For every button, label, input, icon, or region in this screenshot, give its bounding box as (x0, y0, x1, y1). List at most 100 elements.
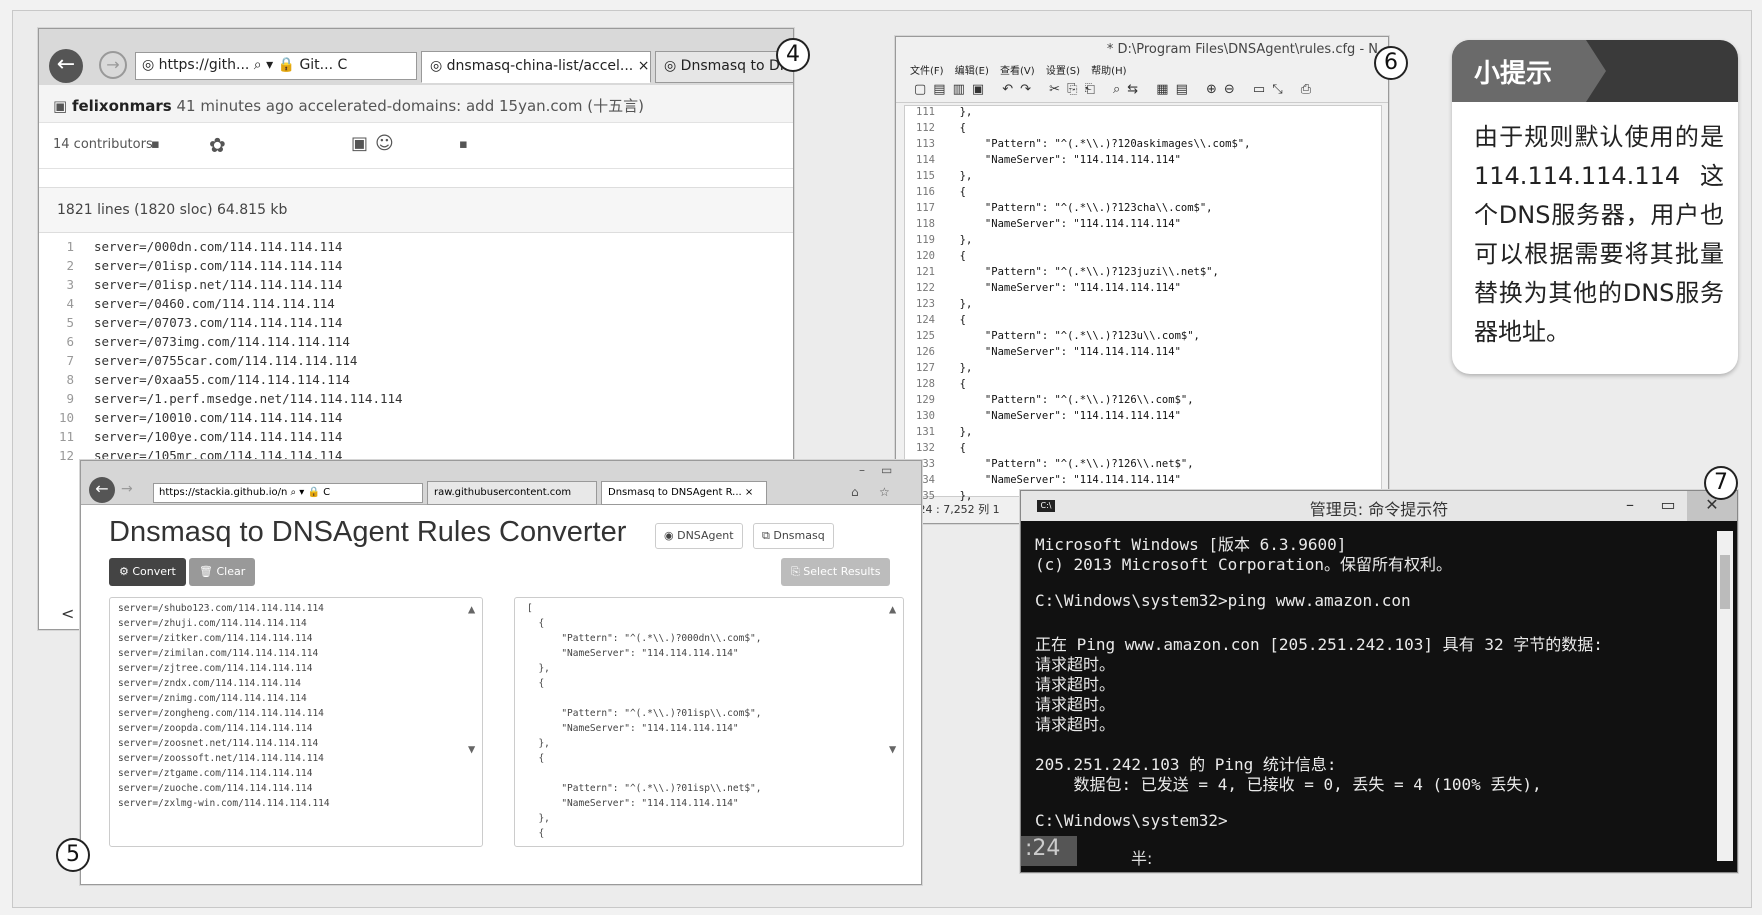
window-title: 管理员: 命令提示符 (1309, 500, 1449, 519)
tab-dnsmasq-to-dnsagent[interactable]: ◎ Dnsmasq to DNSAgent (655, 51, 793, 83)
tab-converter[interactable]: Dnsmasq to DNSAgent R... × (601, 481, 767, 505)
commit-message[interactable]: 41 minutes ago accelerated-domains: add … (176, 97, 643, 115)
line-number[interactable]: 1 (39, 239, 94, 258)
input-line: server=/shubo123.com/114.114.114.114 (118, 603, 324, 614)
contributors-count[interactable]: 14 contributors (53, 137, 153, 152)
editor-line: 128 { (905, 378, 1381, 394)
code-line: 11 server=/100ye.com/114.114.114.114 (39, 429, 793, 448)
tip-card: 小提示 由于规则默认使用的是114.114.114.114这个DNS服务器，用户… (1452, 40, 1738, 374)
star-icon[interactable]: ☆ (879, 485, 890, 499)
line-number[interactable]: 11 (39, 429, 94, 448)
back-arrow-icon[interactable]: ← (49, 49, 83, 83)
minimize-icon[interactable]: – (859, 463, 865, 477)
console-line: 正在 Ping www.amazon.con [205.251.242.103]… (1035, 635, 1603, 654)
close-icon[interactable]: × (638, 58, 650, 74)
editor-line: 125 "Pattern": "^(.*\\.)?123u\\.com$", (905, 330, 1381, 346)
convert-button[interactable]: ⚙ Convert (109, 558, 186, 586)
address-bar[interactable]: https://stackia.github.io/n ⌕ ▾ 🔒 C (153, 483, 423, 503)
editor-line: 134 "NameServer": "114.114.114.114" (905, 474, 1381, 490)
scrollbar[interactable]: ▲ ▼ (889, 602, 901, 842)
line-number: 123 (916, 298, 935, 310)
address-bar[interactable]: ◎ https://gith... ⌕ ▾ 🔒 Git... C (135, 52, 417, 80)
editor-text: "Pattern": "^(.*\\.)?126\\.net$", (947, 458, 1194, 470)
minimize-icon[interactable]: – (1611, 491, 1649, 521)
scrollbar[interactable]: ▲ ▼ (468, 602, 480, 842)
line-number[interactable]: 7 (39, 353, 94, 372)
output-line: "NameServer": "114.114.114.114" (527, 648, 739, 659)
editor-line: 112 { (905, 122, 1381, 138)
line-number[interactable]: 9 (39, 391, 94, 410)
line-number: 122 (916, 282, 935, 294)
back-arrow-icon[interactable]: ← (89, 477, 115, 503)
scrollbar-thumb[interactable] (1720, 555, 1730, 609)
editor-line: 124 { (905, 314, 1381, 330)
editor-line: 117 "Pattern": "^(.*\\.)?123cha\\.com$", (905, 202, 1381, 218)
maximize-icon[interactable]: ▭ (1649, 491, 1687, 521)
line-number[interactable]: 6 (39, 334, 94, 353)
clear-button[interactable]: 🗑 Clear (189, 558, 256, 586)
menu-bar[interactable]: 文件(F) 编辑(E) 查看(V) 设置(S) 帮助(H) (896, 61, 1388, 79)
scroll-left-arrow-icon[interactable]: < (61, 604, 74, 623)
line-number[interactable]: 3 (39, 277, 94, 296)
code-line: 5 server=/07073.com/114.114.114.114 (39, 315, 793, 334)
input-line: server=/zoosnet.net/114.114.114.114 (118, 738, 319, 749)
dnsagent-link-button[interactable]: ◉ DNSAgent (655, 523, 743, 549)
editor-text: "NameServer": "114.114.114.114" (947, 474, 1181, 486)
dnsmasq-link-label: Dnsmasq (773, 529, 825, 542)
avatar[interactable]: ✿ (209, 133, 226, 157)
input-line: server=/zitker.com/114.114.114.114 (118, 633, 313, 644)
avatar[interactable]: ☺ (375, 133, 394, 154)
editor-text-area[interactable]: 111 }, 112 {113 "Pattern": "^(.*\\.)?120a… (904, 105, 1382, 502)
scrollbar[interactable] (1717, 531, 1733, 861)
editor-text: { (947, 378, 966, 390)
code-line: 10 server=/10010.com/114.114.114.114 (39, 410, 793, 429)
marker-5: 5 (56, 838, 90, 872)
line-number: 117 (916, 202, 935, 214)
commit-icon: ▣ (53, 97, 72, 115)
address-text: https://gith... (158, 57, 250, 73)
editor-line: 114 "NameServer": "114.114.114.114" (905, 154, 1381, 170)
editor-line: 111 }, (905, 106, 1381, 122)
editor-text: "NameServer": "114.114.114.114" (947, 282, 1181, 294)
dnsmasq-input-textarea[interactable]: ▲ ▼ server=/shubo123.com/114.114.114.114 s… (109, 597, 483, 847)
console-line: 数据包: 已发送 = 4, 已接收 = 0, 丢失 = 4 (100% 丢失), (1035, 775, 1542, 794)
line-number[interactable]: 5 (39, 315, 94, 334)
tab-label: raw.githubusercontent.com (434, 487, 572, 498)
input-line: server=/zhuji.com/114.114.114.114 (118, 618, 307, 629)
console-line: C:\Windows\system32>ping www.amazon.con (1035, 591, 1411, 610)
line-number: 131 (916, 426, 935, 438)
forward-arrow-icon[interactable]: → (121, 481, 133, 497)
line-number[interactable]: 8 (39, 372, 94, 391)
editor-line: 115 }, (905, 170, 1381, 186)
editor-text: }, (947, 106, 973, 118)
commit-user[interactable]: felixonmars (72, 97, 172, 115)
code-line: 4 server=/0460.com/114.114.114.114 (39, 296, 793, 315)
line-number: 112 (916, 122, 935, 134)
code-view: 1 server=/000dn.com/114.114.114.114 2 serve… (39, 233, 793, 467)
tab-raw-githubusercontent[interactable]: raw.githubusercontent.com (427, 481, 597, 505)
line-number[interactable]: 4 (39, 296, 94, 315)
maximize-icon[interactable]: ▭ (881, 463, 892, 477)
forward-arrow-icon[interactable]: → (99, 51, 127, 79)
console-output[interactable]: Microsoft Windows [版本 6.3.9600] (c) 2013 … (1035, 531, 1713, 851)
tab-dnsmasq-china-list[interactable]: ◎ dnsmasq-china-list/accel... × (421, 51, 651, 83)
input-line: server=/zndx.com/114.114.114.114 (118, 678, 302, 689)
home-icon[interactable]: ⌂ (851, 485, 859, 499)
output-line: [ (527, 603, 533, 614)
console-line: Microsoft Windows [版本 6.3.9600] (1035, 535, 1347, 554)
avatar[interactable]: ▣ (351, 133, 368, 154)
editor-line: 120 { (905, 250, 1381, 266)
output-line: { (527, 678, 545, 689)
line-number[interactable]: 10 (39, 410, 94, 429)
line-number[interactable]: 2 (39, 258, 94, 277)
dnsmasq-link-button[interactable]: ⧉ Dnsmasq (753, 523, 834, 549)
editor-toolbar[interactable]: ▢▤▥▣ ↶↷ ✂⎘⎗ ⌕⇆ ▦▤ ⊕⊖ ▭⤡ ⎙ (896, 79, 1388, 103)
dnsagent-output-textarea[interactable]: ▲ ▼ [ { "Pattern": "^(.*\\.)?000dn\\.com$… (514, 597, 904, 847)
line-number: 127 (916, 362, 935, 374)
select-results-button[interactable]: ⎘ Select Results (781, 558, 891, 586)
browser-toolbar: ← → https://stackia.github.io/n ⌕ ▾ 🔒 C … (81, 461, 921, 505)
line-number: 119 (916, 234, 935, 246)
page-title: Dnsmasq to DNSAgent Rules Converter (109, 516, 627, 548)
line-number: 116 (916, 186, 935, 198)
